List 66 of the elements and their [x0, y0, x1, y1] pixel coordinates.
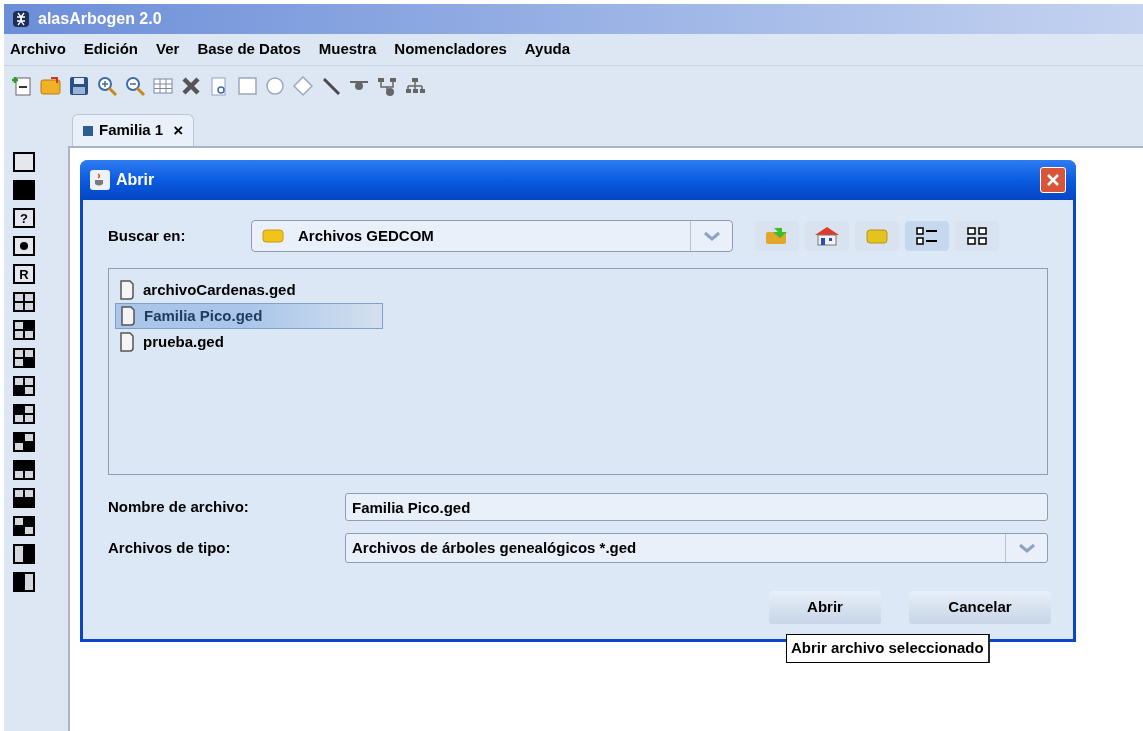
file-icon — [119, 332, 135, 352]
menu-item[interactable]: Base de Datos — [197, 38, 301, 61]
zoom-out-icon[interactable] — [124, 75, 146, 97]
quadrant-icon[interactable] — [13, 320, 35, 340]
file-type-value: Archivos de árboles genealógicos *.ged — [352, 537, 638, 558]
quadrant-icon[interactable] — [13, 376, 35, 396]
list-icon — [914, 226, 940, 246]
app-logo-icon — [12, 10, 30, 28]
file-icon — [120, 306, 136, 326]
file-name-field[interactable]: Familia Pico.ged — [345, 493, 1048, 521]
list-view-button[interactable] — [905, 221, 949, 251]
home-icon — [813, 225, 841, 247]
quadrant-icon[interactable] — [13, 488, 35, 508]
menu-item[interactable]: Edición — [83, 38, 139, 61]
quadrant-icon[interactable] — [13, 348, 35, 368]
menu-item[interactable]: Ver — [156, 38, 180, 61]
close-icon — [1046, 173, 1060, 187]
menu-item[interactable]: Archivo — [10, 38, 66, 61]
menu-item[interactable]: Nomencladores — [394, 38, 507, 61]
zoom-in-icon[interactable] — [96, 75, 118, 97]
lettered-square-icon[interactable]: R — [13, 264, 35, 284]
save-icon[interactable] — [68, 75, 90, 97]
quadrant-icon[interactable] — [13, 292, 35, 312]
look-in-label: Buscar en: — [108, 225, 187, 246]
half-split-icon[interactable] — [13, 572, 35, 592]
folder-icon — [864, 226, 890, 246]
file-type-dropdown[interactable]: Archivos de árboles genealógicos *.ged — [345, 533, 1048, 563]
table-icon[interactable] — [152, 75, 174, 97]
file-type-label: Archivos de tipo: — [108, 537, 232, 558]
open-folder-icon[interactable] — [40, 75, 62, 97]
delete-icon[interactable] — [180, 75, 202, 97]
dialog-title: Abrir — [116, 170, 156, 190]
quadrant-icon[interactable] — [13, 404, 35, 424]
grid-view-button[interactable] — [955, 221, 999, 251]
new-file-icon[interactable] — [12, 75, 34, 97]
menu-item[interactable]: Muestra — [318, 38, 377, 61]
lettered-square-icon[interactable]: ? — [13, 208, 35, 228]
dialog-button[interactable]: Cancelar — [909, 591, 1051, 624]
window-title: alasArbogen 2.0 — [38, 9, 162, 29]
quadrant-icon[interactable] — [13, 460, 35, 480]
quadrant-icon[interactable] — [13, 432, 35, 452]
file-name-label: Nombre de archivo: — [108, 496, 250, 517]
tab-label: Familia 1 — [99, 120, 164, 141]
look-in-value: Archivos GEDCOM — [298, 225, 435, 246]
close-button[interactable] — [1040, 167, 1066, 193]
tab-close-button[interactable]: × — [173, 117, 184, 144]
quadrant-icon[interactable] — [13, 516, 35, 536]
tab-color-icon — [83, 125, 93, 136]
dialog-button[interactable]: Abrir — [769, 591, 881, 624]
dot-square-icon[interactable] — [13, 236, 35, 256]
half-split-icon[interactable] — [13, 544, 35, 564]
tooltip: Abrir archivo seleccionado — [786, 634, 990, 663]
file-item[interactable]: Familia Pico.ged — [115, 303, 383, 329]
coffee-cup-icon — [90, 170, 110, 190]
folder-icon — [262, 228, 284, 244]
look-in-dropdown[interactable]: Archivos GEDCOM — [251, 220, 733, 252]
empty-square-icon[interactable] — [13, 152, 35, 172]
menu-item[interactable]: Ayuda — [524, 38, 571, 61]
file-item[interactable]: prueba.ged — [115, 329, 383, 355]
branch-icon[interactable] — [376, 75, 398, 97]
grid-icon — [964, 226, 990, 246]
document-tab[interactable]: Familia 1 × — [72, 114, 195, 146]
file-icon — [119, 280, 135, 300]
home-button[interactable] — [805, 221, 849, 251]
line-icon[interactable] — [320, 75, 342, 97]
file-item[interactable]: archivoCardenas.ged — [115, 277, 383, 303]
